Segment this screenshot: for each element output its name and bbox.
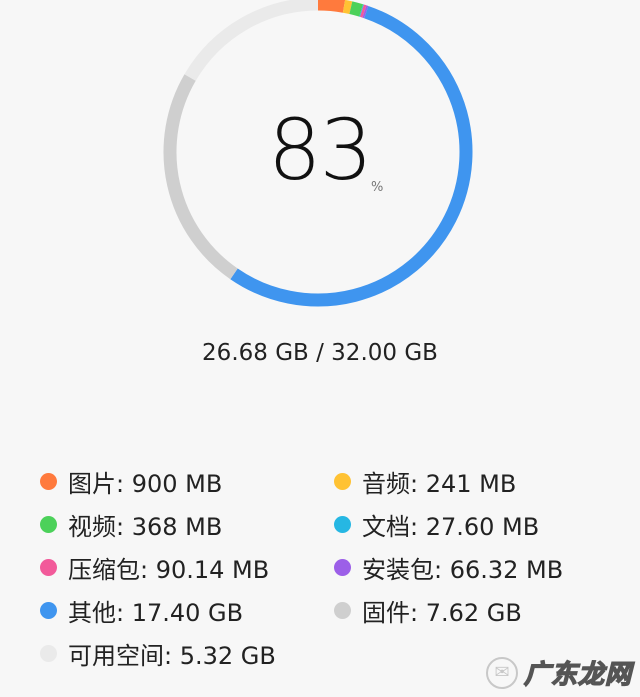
- legend-label: 固件: 7.62 GB: [362, 598, 522, 627]
- legend-label: 文档: 27.60 MB: [362, 512, 540, 541]
- legend-dot-icon: [40, 601, 57, 619]
- legend-item-free-space: 可用空间: 5.32 GB: [40, 638, 276, 670]
- legend-item-firmware: 固件: 7.62 GB: [334, 595, 522, 627]
- watermark: ✉ 广东龙网: [485, 654, 632, 691]
- legend-item-video: 视频: 368 MB: [40, 509, 223, 541]
- message-icon: ✉: [485, 656, 518, 689]
- ring-segment-压缩包: [359, 4, 367, 18]
- ring-segment-音频: [342, 0, 353, 15]
- watermark-text: 广东龙网: [523, 659, 632, 690]
- legend-label: 其他: 17.40 GB: [68, 598, 244, 627]
- legend-dot-icon: [40, 558, 57, 576]
- legend-item-other: 其他: 17.40 GB: [40, 595, 244, 627]
- ring-segment-图片: [317, 0, 346, 13]
- legend-dot-icon: [334, 558, 351, 576]
- legend-label: 视频: 368 MB: [68, 512, 223, 541]
- legend-item-documents: 文档: 27.60 MB: [334, 509, 540, 541]
- legend-label: 压缩包: 90.14 MB: [68, 555, 270, 584]
- legend-dot-icon: [334, 515, 351, 533]
- ring-segment-固件: [163, 74, 238, 280]
- legend-item-archives: 压缩包: 90.14 MB: [40, 552, 270, 584]
- used-percent: 83: [268, 101, 373, 199]
- legend-dot-icon: [40, 515, 57, 533]
- legend-dot-icon: [40, 472, 57, 490]
- ring-segment-安装包: [362, 5, 369, 19]
- ring-segment-视频: [349, 1, 364, 17]
- ring-segment-可用空间: [184, 0, 319, 81]
- legend-dot-icon: [40, 644, 57, 662]
- legend-label: 可用空间: 5.32 GB: [68, 641, 276, 670]
- legend-item-packages: 安装包: 66.32 MB: [334, 552, 564, 584]
- legend-label: 音频: 241 MB: [362, 469, 517, 498]
- percent-sign: %: [371, 180, 384, 195]
- legend-dot-icon: [334, 472, 351, 490]
- storage-total: 26.68 GB / 32.00 GB: [202, 340, 438, 366]
- legend-item-audio: 音频: 241 MB: [334, 466, 517, 498]
- legend-label: 安装包: 66.32 MB: [362, 555, 564, 584]
- legend-item-images: 图片: 900 MB: [40, 466, 223, 498]
- legend-dot-icon: [334, 601, 351, 619]
- legend-label: 图片: 900 MB: [68, 469, 223, 498]
